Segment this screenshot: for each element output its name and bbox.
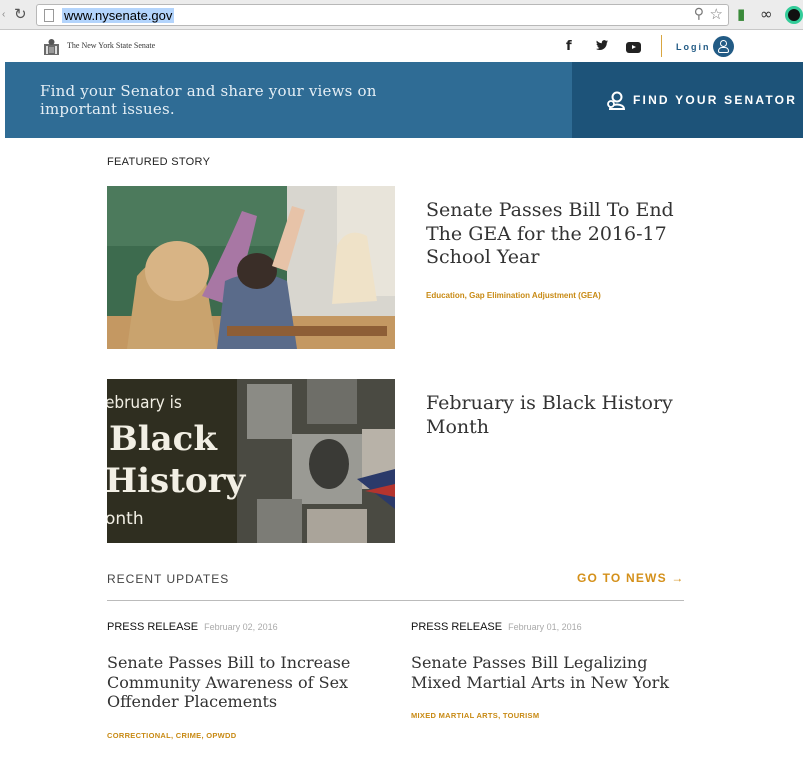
banner-text: Find your Senator and share your views o…: [40, 82, 377, 118]
black-history-image-text: History: [107, 461, 246, 501]
featured-story-image[interactable]: [107, 186, 395, 349]
featured-story-image[interactable]: ebruary is Black History onth: [107, 379, 395, 543]
update-type: PRESS RELEASE: [411, 621, 503, 633]
find-senator-banner: Find your Senator and share your views o…: [5, 62, 803, 138]
update-tags[interactable]: MIXED MARTIAL ARTS, TOURISM: [411, 711, 701, 720]
find-senator-label: FIND YOUR SENATOR: [633, 93, 798, 107]
login-link[interactable]: Login: [676, 42, 711, 52]
black-history-image-text: onth: [107, 509, 144, 529]
update-item: PRESS RELEASE February 02, 2016 Senate Pa…: [107, 617, 397, 740]
senate-seal-icon[interactable]: [43, 38, 60, 56]
back-icon[interactable]: ‹: [2, 9, 8, 20]
page-icon: [44, 9, 54, 22]
recent-updates-label: RECENT UPDATES: [107, 572, 230, 586]
site-header: The New York State Senate f Login: [0, 31, 803, 62]
extension-icon[interactable]: ∞: [760, 5, 773, 23]
youtube-icon[interactable]: [626, 42, 641, 53]
update-tags[interactable]: CORRECTIONAL, CRIME, OPWDD: [107, 731, 397, 740]
browser-toolbar: ‹ ↻ www.nysenate.gov ⚲ ☆ ▮ ∞: [0, 0, 803, 30]
update-headline[interactable]: Senate Passes Bill Legalizing Mixed Mart…: [411, 653, 701, 692]
black-history-image-text: ebruary is: [107, 393, 182, 413]
section-divider: [107, 600, 684, 601]
update-type: PRESS RELEASE: [107, 621, 199, 633]
find-senator-icon: [607, 91, 626, 110]
featured-story-title[interactable]: Senate Passes Bill To End The GEA for th…: [426, 199, 686, 270]
twitter-icon[interactable]: [596, 40, 608, 51]
update-date: February 01, 2016: [508, 622, 582, 632]
featured-story-tags[interactable]: Education, Gap Elimination Adjustment (G…: [426, 291, 601, 300]
facebook-icon[interactable]: f: [566, 39, 572, 54]
user-icon[interactable]: [713, 36, 734, 57]
find-your-senator-button[interactable]: FIND YOUR SENATOR: [572, 62, 803, 138]
header-divider: [661, 35, 662, 57]
featured-story-title[interactable]: February is Black History Month: [426, 392, 686, 439]
site-name[interactable]: The New York State Senate: [67, 41, 155, 50]
extension-icon[interactable]: ▮: [737, 5, 745, 23]
arrow-right-icon: →: [671, 571, 685, 585]
black-history-image-text: Black: [109, 419, 217, 459]
go-to-news-link[interactable]: GO TO NEWS →: [577, 571, 685, 585]
extension-icon[interactable]: [785, 6, 803, 24]
featured-story-label: FEATURED STORY: [107, 156, 211, 168]
address-bar[interactable]: www.nysenate.gov ⚲ ☆: [36, 4, 729, 26]
bookmark-star-icon[interactable]: ☆: [710, 5, 723, 23]
zoom-icon[interactable]: ⚲: [694, 6, 704, 22]
update-date: February 02, 2016: [204, 622, 278, 632]
go-to-news-label: GO TO NEWS: [577, 571, 667, 585]
reload-icon[interactable]: ↻: [14, 5, 27, 23]
url-text[interactable]: www.nysenate.gov: [62, 8, 175, 23]
update-headline[interactable]: Senate Passes Bill to Increase Community…: [107, 653, 397, 712]
update-item: PRESS RELEASE February 01, 2016 Senate Pa…: [411, 617, 701, 720]
